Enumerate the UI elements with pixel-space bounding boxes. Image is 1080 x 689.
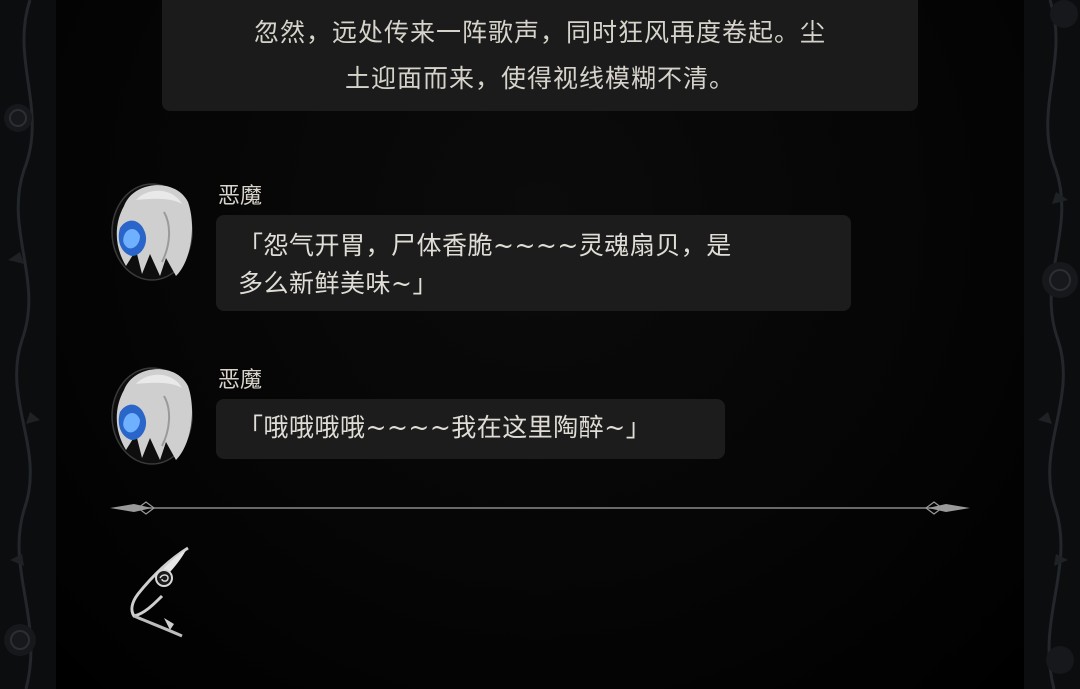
quill-rose-icon[interactable]: [124, 544, 200, 640]
dialogue-line-2: 多么新鲜美味~」: [238, 269, 438, 298]
ornamental-divider: [110, 501, 970, 515]
demon-avatar-icon: [111, 367, 193, 465]
left-rose-border: [0, 0, 56, 689]
dialogue-line-1: 「哦哦哦哦~~~~我在这里陶醉~」: [238, 413, 652, 442]
demon-avatar-icon: [111, 183, 193, 281]
narration-line-1: 忽然，远处传来一阵歌声，同时狂风再度卷起。尘: [253, 18, 826, 47]
speaker-name: 恶魔: [218, 368, 263, 393]
dialogue-bubble: 「哦哦哦哦~~~~我在这里陶醉~」: [216, 399, 725, 459]
narration-box: 忽然，远处传来一阵歌声，同时狂风再度卷起。尘 土迎面而来，使得视线模糊不清。: [162, 0, 918, 111]
dialogue-line-1: 「怨气开胃，尸体香脆~~~~灵魂扇贝，是: [238, 231, 732, 260]
right-rose-border: [1024, 0, 1080, 689]
speaker-name: 恶魔: [218, 184, 263, 209]
narration-line-2: 土迎面而来，使得视线模糊不清。: [344, 64, 735, 93]
dialogue-bubble: 「怨气开胃，尸体香脆~~~~灵魂扇贝，是 多么新鲜美味~」: [216, 215, 851, 311]
